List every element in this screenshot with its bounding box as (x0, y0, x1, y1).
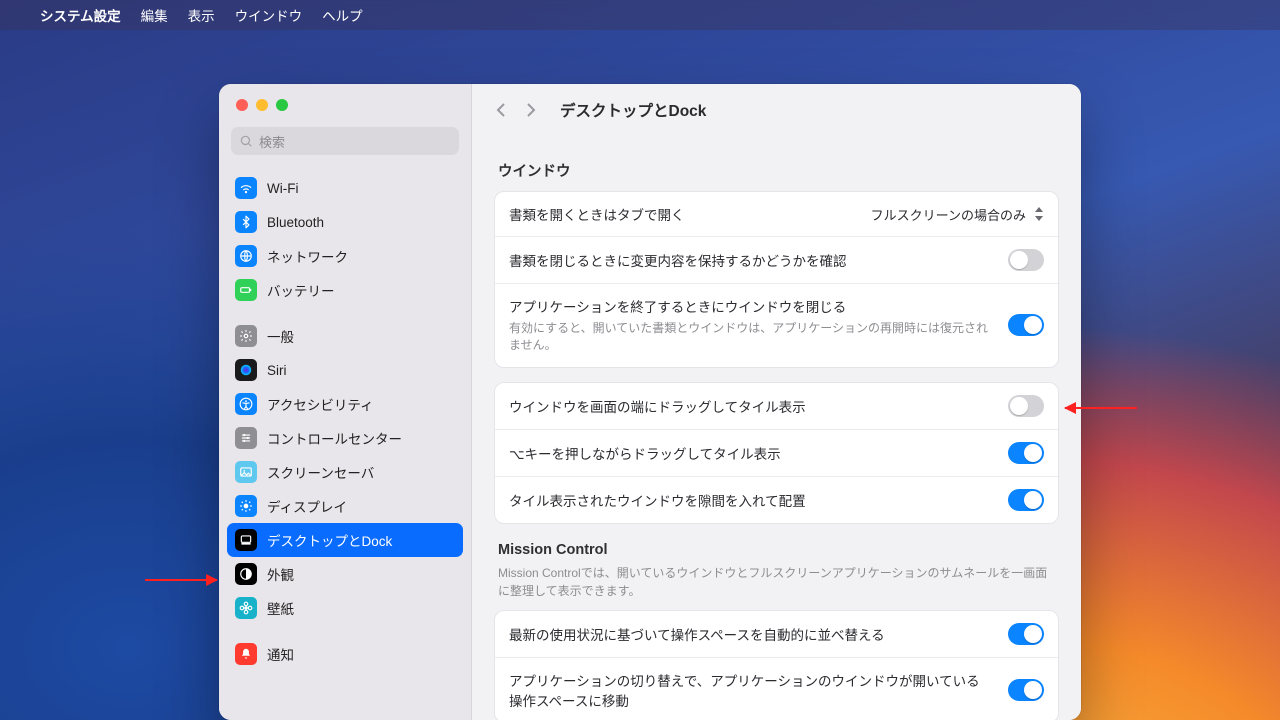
section-title-window: ウインドウ (498, 160, 1055, 181)
chevron-updown-icon (1034, 207, 1044, 221)
access-icon (235, 393, 257, 415)
minimize-icon[interactable] (256, 99, 268, 111)
sliders-icon (235, 427, 257, 449)
sidebar-item-globe[interactable]: ネットワーク (227, 239, 463, 273)
bluetooth-icon (235, 211, 257, 233)
section-desc-mission-control: Mission Controlでは、開いているウインドウとフルスクリーンアプリケ… (498, 564, 1055, 600)
toggle-mc-auto-rearrange[interactable] (1008, 623, 1044, 645)
sidebar-list: Wi-Fi Bluetooth ネットワークバッテリー一般 Siri アクセシビリティコ… (219, 165, 471, 685)
sidebar-item-access[interactable]: アクセシビリティ (227, 387, 463, 421)
toggle-opt-tile[interactable] (1008, 442, 1044, 464)
photo-icon (235, 461, 257, 483)
row-close-on-quit: アプリケーションを終了するときにウインドウを閉じる 有効にすると、開いていた書類… (495, 283, 1058, 367)
siri-icon (235, 359, 257, 381)
forward-button[interactable] (524, 99, 538, 121)
sidebar-item-label: Siri (267, 363, 287, 378)
globe-icon (235, 245, 257, 267)
wifi-icon (235, 177, 257, 199)
menubar-app-name[interactable]: システム設定 (40, 5, 121, 25)
page-title: デスクトップとDock (560, 99, 706, 121)
battery-icon (235, 279, 257, 301)
sidebar-item-label: アクセシビリティ (267, 394, 374, 414)
gear-icon (235, 325, 257, 347)
back-button[interactable] (494, 99, 508, 121)
menubar-item[interactable]: 編集 (141, 5, 168, 25)
toggle-drag-tile[interactable] (1008, 395, 1044, 417)
content-titlebar: デスクトップとDock (472, 84, 1081, 136)
search-placeholder: 検索 (259, 132, 285, 151)
search-input[interactable]: 検索 (231, 127, 459, 155)
toggle-tile-margin[interactable] (1008, 489, 1044, 511)
sun-icon (235, 495, 257, 517)
row-ask-keep-changes: 書類を閉じるときに変更内容を保持するかどうかを確認 (495, 236, 1058, 283)
content-pane: デスクトップとDock ウインドウ 書類を開くときはタブで開く フルスクリーンの… (472, 84, 1081, 720)
sidebar-item-label: ネットワーク (267, 246, 348, 266)
open-in-tabs-select[interactable]: フルスクリーンの場合のみ (871, 205, 1044, 224)
toggle-mc-switch-space[interactable] (1008, 679, 1044, 701)
sidebar-item-sun[interactable]: ディスプレイ (227, 489, 463, 523)
panel-window-1: 書類を開くときはタブで開く フルスクリーンの場合のみ 書類を閉じるときに変更内容… (494, 191, 1059, 368)
dock-icon (235, 529, 257, 551)
window-traffic-lights (219, 84, 471, 121)
sidebar-item-label: 壁紙 (267, 598, 294, 618)
row-mc-switch-space: アプリケーションの切り替えで、アプリケーションのウインドウが開いている操作スペー… (495, 657, 1058, 720)
row-open-in-tabs: 書類を開くときはタブで開く フルスクリーンの場合のみ (495, 192, 1058, 236)
sidebar-item-label: 一般 (267, 326, 294, 346)
contrast-icon (235, 563, 257, 585)
row-mc-auto-rearrange: 最新の使用状況に基づいて操作スペースを自動的に並べ替える (495, 611, 1058, 657)
system-settings-window: 検索 Wi-Fi Bluetooth ネットワークバッテリー一般 Siri アクセシビリ… (219, 84, 1081, 720)
sidebar-item-label: デスクトップとDock (267, 530, 392, 550)
close-icon[interactable] (236, 99, 248, 111)
menubar-item[interactable]: ウインドウ (235, 5, 303, 25)
sidebar-item-label: コントロールセンター (267, 428, 402, 448)
row-opt-tile: ⌥キーを押しながらドラッグしてタイル表示 (495, 429, 1058, 476)
row-tile-margin: タイル表示されたウインドウを隙間を入れて配置 (495, 476, 1058, 523)
row-drag-tile: ウインドウを画面の端にドラッグしてタイル表示 (495, 383, 1058, 429)
sidebar-item-label: ディスプレイ (267, 496, 347, 516)
menubar-item[interactable]: 表示 (188, 5, 215, 25)
menubar: システム設定 編集 表示 ウインドウ ヘルプ (0, 0, 1280, 30)
sidebar-item-label: バッテリー (267, 280, 335, 300)
search-icon (239, 134, 253, 148)
content-scroll[interactable]: ウインドウ 書類を開くときはタブで開く フルスクリーンの場合のみ 書類を閉じると… (472, 136, 1081, 720)
panel-window-tiling: ウインドウを画面の端にドラッグしてタイル表示 ⌥キーを押しながらドラッグしてタイ… (494, 382, 1059, 524)
flower-icon (235, 597, 257, 619)
sidebar-item-siri[interactable]: Siri (227, 353, 463, 387)
sidebar-item-flower[interactable]: 壁紙 (227, 591, 463, 625)
sidebar-item-label: Bluetooth (267, 215, 324, 230)
sidebar-item-label: Wi-Fi (267, 181, 298, 196)
sidebar-item-wifi[interactable]: Wi-Fi (227, 171, 463, 205)
toggle-ask-keep-changes[interactable] (1008, 249, 1044, 271)
section-title-mission-control: Mission Control (498, 542, 1055, 558)
menubar-item[interactable]: ヘルプ (322, 5, 363, 25)
annotation-arrow-left (145, 579, 217, 581)
toggle-close-on-quit[interactable] (1008, 314, 1044, 336)
sidebar-item-dock[interactable]: デスクトップとDock (227, 523, 463, 557)
bell-icon (235, 643, 257, 665)
sidebar-item-label: 外観 (267, 564, 294, 584)
panel-mission-control: 最新の使用状況に基づいて操作スペースを自動的に並べ替える アプリケーションの切り… (494, 610, 1059, 720)
sidebar-item-battery[interactable]: バッテリー (227, 273, 463, 307)
sidebar-item-bluetooth[interactable]: Bluetooth (227, 205, 463, 239)
fullscreen-icon[interactable] (276, 99, 288, 111)
sidebar-item-label: スクリーンセーバ (267, 462, 374, 482)
annotation-arrow-right (1065, 407, 1137, 409)
sidebar-item-photo[interactable]: スクリーンセーバ (227, 455, 463, 489)
sidebar: 検索 Wi-Fi Bluetooth ネットワークバッテリー一般 Siri アクセシビリ… (219, 84, 472, 720)
sidebar-item-bell[interactable]: 通知 (227, 637, 463, 671)
sidebar-item-gear[interactable]: 一般 (227, 319, 463, 353)
sidebar-item-sliders[interactable]: コントロールセンター (227, 421, 463, 455)
sidebar-item-contrast[interactable]: 外観 (227, 557, 463, 591)
sidebar-item-label: 通知 (267, 644, 294, 664)
